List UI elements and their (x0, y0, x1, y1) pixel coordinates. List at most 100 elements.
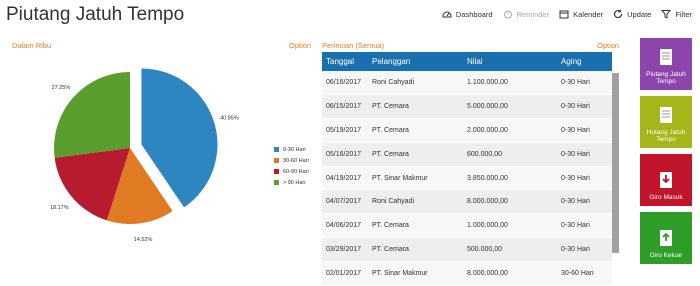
alarm-icon (503, 10, 512, 19)
table-row[interactable]: 05/19/2017 PT. Cemara 2.000.000,00 0-30 Har… (322, 118, 612, 143)
filter-button[interactable]: Filter (661, 9, 692, 19)
col-header-aging[interactable]: Aging (557, 52, 612, 71)
reminder-label: Reminder (516, 9, 550, 19)
cell-aging: 0-30 Hari (561, 126, 590, 134)
cell-nilai: 5.000.000,00 (467, 103, 508, 111)
legend-item: 30-60 Hari (274, 157, 309, 164)
page-title: Piutang Jatuh Tempo (6, 4, 185, 25)
tile-giro-keluar[interactable]: Giro Keluar (640, 212, 692, 264)
col-header-tanggal[interactable]: Tanggal (322, 52, 368, 71)
table-row[interactable]: 06/16/2017 Roni Cahyadi 1.100.000,00 0-30 H… (322, 71, 612, 95)
calendar-icon (559, 10, 569, 19)
table-row[interactable]: 04/19/2017 PT. Sinar Makmur 3.850.000,00 0-… (322, 166, 612, 190)
cell-pelanggan: PT. Cemara (372, 103, 409, 111)
detail-label: Perincian (Semua) (322, 41, 385, 50)
col-header-pelanggan[interactable]: Pelanggan (368, 52, 463, 71)
chart-legend: 0-30 Hari 30-60 Hari 60-90 Hari > 90 Hari (274, 146, 309, 190)
cell-pelanggan: PT. Sinar Makmur (372, 174, 428, 182)
cell-aging: 30-60 Hari (561, 269, 594, 277)
table-row[interactable]: 06/15/2017 PT. Cemara 5.000.000,00 0-30 Har… (322, 94, 612, 119)
detail-option-link[interactable]: Option (597, 41, 619, 50)
dashboard-button[interactable]: Dashboard (442, 9, 493, 19)
cell-pelanggan: PT. Sinar Makmur (372, 269, 428, 277)
detail-table: Tanggal Pelanggan Nilai Aging 06/16/2017… (322, 52, 612, 286)
kalender-label: Kalender (573, 9, 604, 19)
legend-label: 60-90 Hari (283, 168, 309, 175)
tile-piutang-jatuh-tempo[interactable]: Piutang Jatuh Tempo (640, 38, 692, 90)
cell-tanggal: 05/19/2017 (326, 126, 362, 134)
legend-label: 0-30 Hari (283, 146, 306, 153)
table-row[interactable]: 04/06/2017 PT. Cemara 1.000.000,00 0-30 Har… (322, 213, 612, 238)
cell-aging: 0-30 Hari (561, 174, 590, 182)
pie-chart: 40.85% 14.52% 18.17% 27.25% (50, 68, 239, 243)
legend-swatch (274, 147, 279, 152)
cell-tanggal: 02/01/2017 (326, 269, 362, 277)
detail-table-container: Tanggal Pelanggan Nilai Aging 06/16/2017… (322, 52, 620, 286)
cell-tanggal: 04/19/2017 (326, 174, 362, 182)
cell-nilai: 8.000.000,00 (467, 269, 508, 277)
cell-aging: 0-30 Hari (561, 103, 590, 111)
table-row[interactable]: 03/29/2017 PT. Cemara 500.000,00 0-30 Hari (322, 237, 612, 262)
tile-label: Piutang Jatuh Tempo (646, 70, 686, 85)
cell-pelanggan: PT. Cemara (372, 150, 409, 158)
cell-pelanggan: Roni Cahyadi (372, 198, 415, 206)
cell-aging: 0-30 Hari (561, 245, 590, 253)
pie-data-label: 40.85% (220, 116, 239, 122)
cell-aging: 0-30 Hari (561, 222, 590, 230)
table-header-row: Tanggal Pelanggan Nilai Aging (322, 52, 612, 71)
cell-aging: 0-30 Hari (561, 198, 590, 206)
table-row[interactable]: 02/01/2017 PT. Sinar Makmur 8.000.000,00 30… (322, 261, 612, 286)
dashboard-icon (442, 11, 452, 18)
cell-pelanggan: PT. Cemara (372, 126, 409, 134)
legend-item: 60-90 Hari (274, 168, 309, 175)
cell-tanggal: 06/16/2017 (326, 79, 362, 87)
cell-nilai: 3.850.000,00 (467, 174, 508, 182)
refresh-icon (614, 9, 623, 19)
filter-icon (661, 10, 672, 19)
cell-pelanggan: PT. Cemara (372, 245, 409, 253)
download-icon (658, 171, 674, 194)
legend-item: 0-30 Hari (274, 146, 309, 153)
filter-label: Filter (675, 9, 692, 19)
chart-option-link[interactable]: Option (289, 41, 311, 50)
cell-tanggal: 04/07/2017 (326, 198, 362, 206)
cell-tanggal: 05/16/2017 (326, 150, 362, 158)
tile-label: Giro Keluar (649, 251, 683, 259)
quick-tiles: Piutang Jatuh Tempo Hutang Jatuh Tempo Gir… (640, 38, 692, 270)
pie-data-label: 18.17% (50, 205, 69, 211)
tile-giro-masuk[interactable]: Giro Masuk (640, 154, 692, 206)
dashboard-label: Dashboard (455, 9, 493, 19)
document-icon (658, 106, 674, 129)
table-row[interactable]: 05/16/2017 PT. Cemara 600.000,00 0-30 Hari (322, 142, 612, 167)
tile-label: Hutang Jatuh Tempo (646, 128, 686, 143)
col-header-nilai[interactable]: Nilai (463, 52, 557, 71)
cell-aging: 0-30 Hari (561, 79, 590, 87)
kalender-button[interactable]: Kalender (559, 9, 603, 19)
legend-swatch (274, 169, 279, 174)
table-scrollbar[interactable] (612, 73, 619, 253)
legend-label: > 90 Hari (283, 179, 306, 186)
cell-nilai: 2.000.000,00 (467, 126, 508, 134)
cell-aging: 0-30 Hari (561, 150, 590, 158)
cell-tanggal: 04/06/2017 (326, 222, 362, 230)
cell-pelanggan: PT. Cemara (372, 222, 409, 230)
legend-item: > 90 Hari (274, 179, 309, 186)
cell-nilai: 1.000.000,00 (467, 222, 508, 230)
pie-data-label: 14.52% (134, 237, 153, 243)
reminder-button[interactable]: Reminder (503, 9, 550, 19)
table-row[interactable]: 04/07/2017 Roni Cahyadi 8.000.000,00 0-30 H… (322, 189, 612, 214)
cell-nilai: 500.000,00 (467, 245, 503, 253)
cell-tanggal: 06/15/2017 (326, 103, 362, 111)
tile-hutang-jatuh-tempo[interactable]: Hutang Jatuh Tempo (640, 96, 692, 148)
update-button[interactable]: Update (613, 9, 651, 19)
chart-unit-label: Dalam Ribu (12, 41, 52, 50)
cell-nilai: 600.000,00 (467, 150, 503, 158)
legend-label: 30-60 Hari (283, 157, 309, 164)
update-label: Update (627, 9, 652, 19)
legend-swatch (274, 158, 279, 163)
pie-data-label: 27.25% (52, 85, 71, 91)
legend-swatch (274, 180, 279, 185)
toolbar: Dashboard Reminder Kalender Update Filte… (442, 9, 692, 19)
cell-pelanggan: Roni Cahyadi (372, 79, 415, 87)
upload-icon (658, 229, 674, 252)
